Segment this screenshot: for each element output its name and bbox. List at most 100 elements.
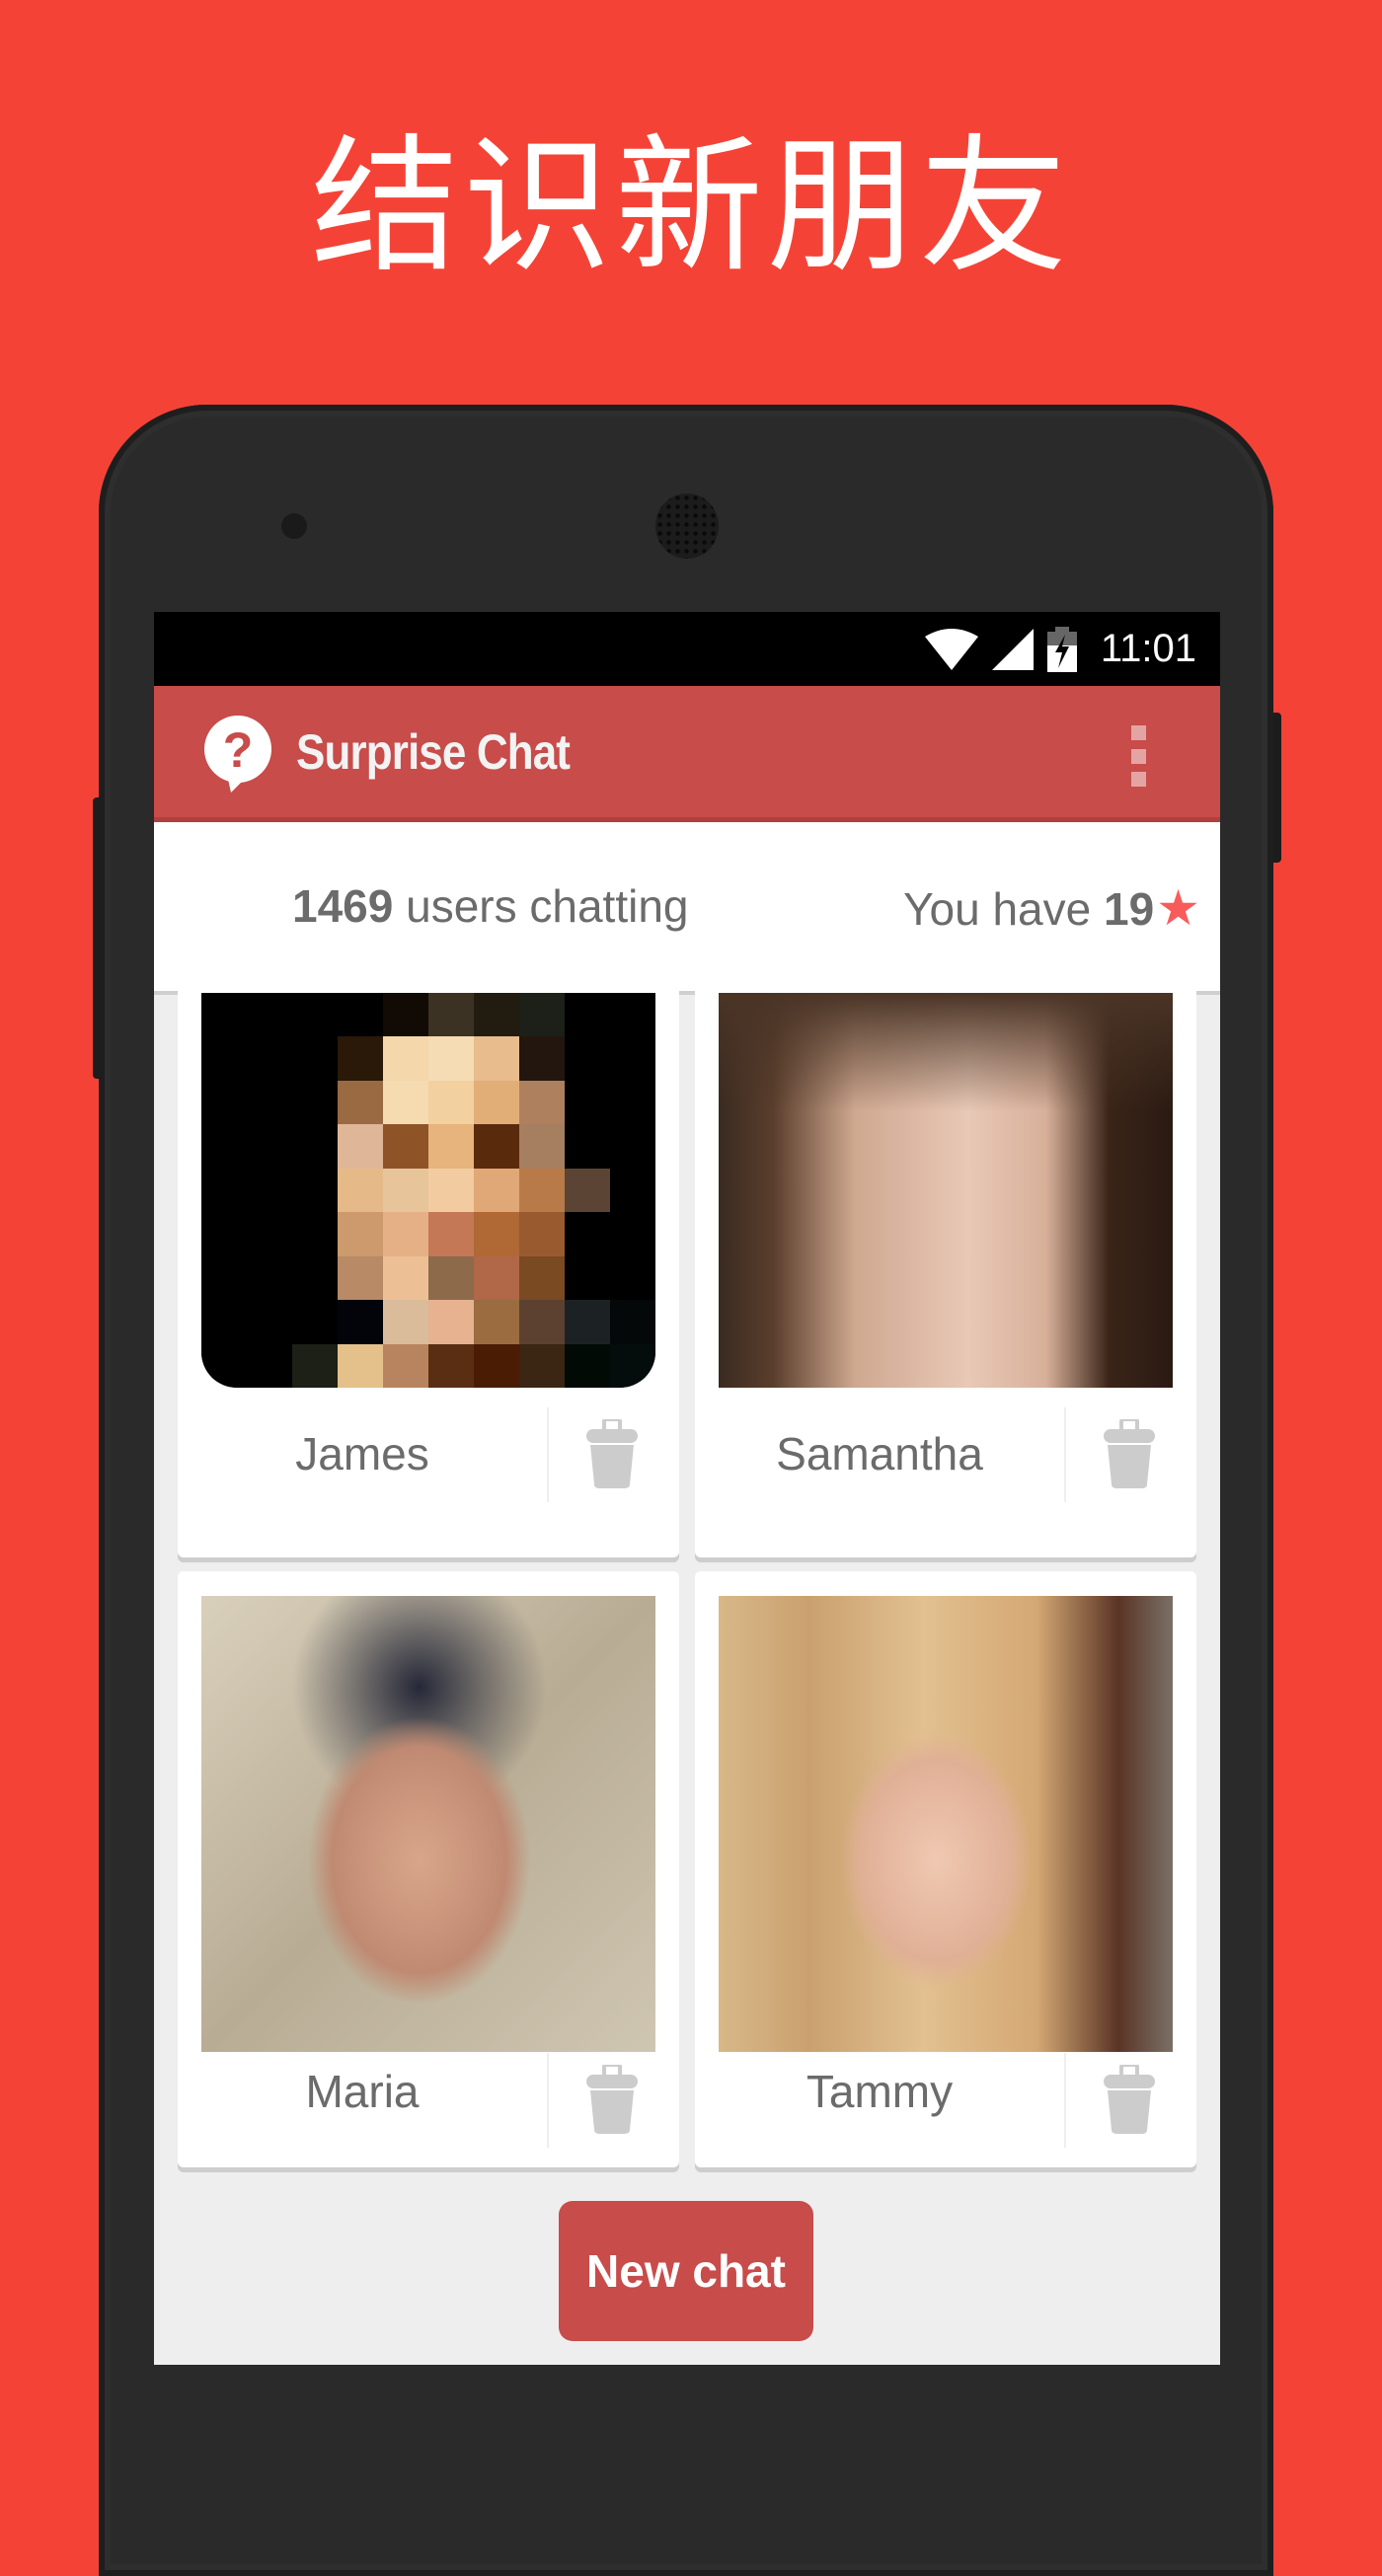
avatar-pixel xyxy=(201,1343,247,1388)
trash-icon[interactable] xyxy=(584,2065,640,2136)
avatar-pixel xyxy=(201,1212,247,1256)
overflow-menu-dot xyxy=(1131,772,1146,787)
avatar-pixel xyxy=(247,993,292,1037)
contact-name: Samantha xyxy=(776,1428,983,1479)
avatar-pixel xyxy=(565,1212,610,1256)
contact-card[interactable]: Maria xyxy=(178,1571,679,2167)
trash-icon[interactable] xyxy=(584,1419,640,1490)
contact-photo xyxy=(201,1596,655,2052)
avatar-pixel xyxy=(383,1080,428,1125)
avatar-pixel xyxy=(519,1212,565,1256)
cell-signal-icon xyxy=(991,628,1034,670)
earpiece-speaker xyxy=(655,493,719,559)
avatar-pixel xyxy=(338,1300,383,1344)
avatar-pixel xyxy=(383,993,428,1037)
trash-icon[interactable] xyxy=(1102,2065,1157,2136)
avatar-pixel xyxy=(338,1255,383,1301)
avatar-pixel xyxy=(428,1168,474,1213)
avatar-pixel xyxy=(383,1300,428,1344)
avatar-pixel xyxy=(201,1080,247,1125)
avatar-pixel xyxy=(338,1168,383,1213)
avatar-pixel xyxy=(383,1343,428,1388)
avatar-pixel xyxy=(610,1168,655,1213)
avatar-pixel xyxy=(247,1168,292,1213)
card-divider xyxy=(1064,1407,1066,1502)
photo-hair-shade xyxy=(719,993,1173,1111)
avatar-pixel xyxy=(474,1300,519,1344)
contact-photo-pixelated xyxy=(201,993,655,1388)
avatar-pixel xyxy=(474,1212,519,1256)
avatar-pixel xyxy=(474,1255,519,1301)
avatar-pixel xyxy=(428,1036,474,1081)
contact-card[interactable]: Samantha xyxy=(695,985,1196,1557)
avatar-pixel xyxy=(519,1080,565,1125)
avatar-pixel xyxy=(428,1080,474,1125)
avatar-pixel xyxy=(292,1343,338,1388)
avatar-pixel xyxy=(610,1036,655,1081)
avatar-pixel xyxy=(383,1036,428,1081)
avatar-pixel xyxy=(201,1255,247,1301)
avatar-pixel xyxy=(201,1124,247,1169)
avatar-pixel xyxy=(292,993,338,1037)
avatar-pixel xyxy=(201,1168,247,1213)
avatar-pixel xyxy=(338,1343,383,1388)
star-icon: ★ xyxy=(1156,880,1200,936)
avatar-pixel xyxy=(383,1255,428,1301)
avatar-pixel xyxy=(201,993,247,1037)
avatar-pixel xyxy=(338,1036,383,1081)
avatar-pixel xyxy=(519,1036,565,1081)
stars-count: 19 xyxy=(1104,883,1155,935)
overflow-menu-button[interactable] xyxy=(1131,725,1151,787)
avatar-pixel xyxy=(247,1255,292,1301)
avatar-pixel xyxy=(201,1036,247,1081)
app-title: Surprise Chat xyxy=(296,724,571,780)
users-count: 1469 xyxy=(292,880,394,932)
svg-text:?: ? xyxy=(223,722,254,778)
avatar-pixel xyxy=(383,1124,428,1169)
app-screen: 11:01 ? Surprise Chat 1469 users chattin… xyxy=(154,612,1220,2365)
avatar-pixel xyxy=(428,993,474,1037)
stars-balance: You have 19 ★ xyxy=(903,879,1200,937)
contact-card[interactable]: Tammy xyxy=(695,1571,1196,2167)
avatar-pixel xyxy=(474,1036,519,1081)
avatar-pixel xyxy=(247,1080,292,1125)
battery-charging-icon xyxy=(1046,626,1077,672)
avatar-pixel xyxy=(428,1124,474,1169)
avatar-pixel xyxy=(610,1080,655,1125)
avatar-pixel xyxy=(338,993,383,1037)
avatar-pixel xyxy=(565,1300,610,1344)
avatar-pixel xyxy=(519,1343,565,1388)
stars-prefix: You have xyxy=(903,883,1104,935)
trash-icon[interactable] xyxy=(1102,1419,1157,1490)
overflow-menu-dot xyxy=(1131,725,1146,740)
avatar-pixel xyxy=(292,1168,338,1213)
avatar-pixel xyxy=(610,1255,655,1301)
avatar-pixel xyxy=(610,1343,655,1388)
contact-photo xyxy=(719,1596,1173,2052)
overflow-menu-dot xyxy=(1131,748,1146,764)
status-time: 11:01 xyxy=(1100,627,1196,670)
users-label: users chatting xyxy=(393,880,689,932)
avatar-pixel xyxy=(338,1212,383,1256)
phone-volume-button xyxy=(93,797,101,1079)
app-bar: ? Surprise Chat xyxy=(154,686,1220,822)
contact-name: Tammy xyxy=(806,2066,954,2117)
wifi-icon xyxy=(924,628,978,670)
new-chat-button[interactable]: New chat xyxy=(559,2201,813,2341)
avatar-pixel xyxy=(519,1255,565,1301)
avatar-pixel xyxy=(565,1036,610,1081)
avatar-pixel xyxy=(610,1212,655,1256)
avatar-pixel xyxy=(610,1124,655,1169)
avatar-pixel xyxy=(519,1168,565,1213)
avatar-pixel xyxy=(247,1300,292,1344)
contact-card[interactable]: James xyxy=(178,985,679,1557)
avatar-pixel xyxy=(565,1255,610,1301)
avatar-pixel xyxy=(519,1124,565,1169)
avatar-pixel xyxy=(610,993,655,1037)
avatar-pixel xyxy=(292,1300,338,1344)
status-bar: 11:01 xyxy=(154,612,1220,686)
front-camera xyxy=(281,513,307,539)
stats-bar: 1469 users chatting You have 19 ★ xyxy=(154,822,1220,995)
card-divider xyxy=(1064,2053,1066,2148)
avatar-pixel xyxy=(565,993,610,1037)
